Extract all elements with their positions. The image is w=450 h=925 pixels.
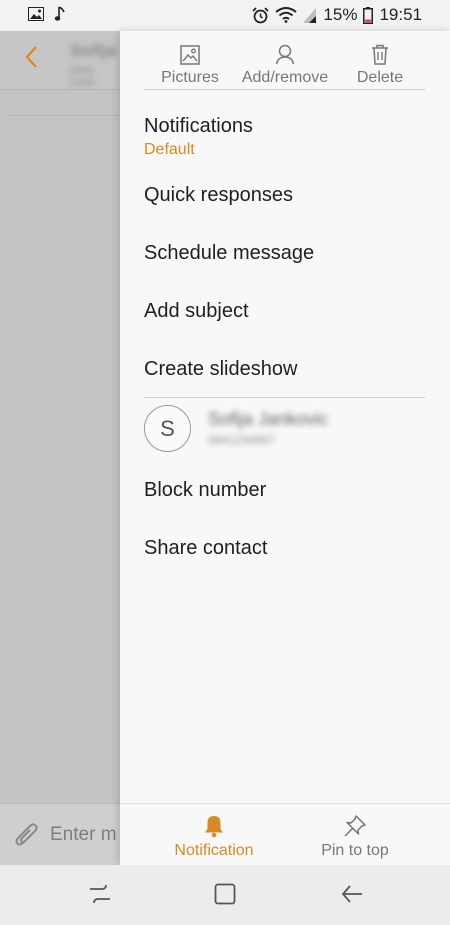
home-button[interactable] <box>214 883 236 910</box>
delete-button[interactable]: Delete <box>350 41 410 87</box>
bell-icon <box>164 812 264 838</box>
navigation-bar <box>0 865 450 925</box>
conversation-contact-sub: 0641 2345 <box>70 65 95 89</box>
person-icon <box>240 41 330 65</box>
delete-label: Delete <box>356 69 404 86</box>
conversation-contact-name: Sofija <box>70 41 117 60</box>
recents-button[interactable] <box>88 883 112 910</box>
notification-button[interactable]: Notification <box>164 812 264 860</box>
add-subject-item[interactable]: Add subject <box>144 300 249 323</box>
pin-icon <box>305 812 405 838</box>
message-input-placeholder[interactable]: Enter m <box>50 824 117 846</box>
back-arrow-icon[interactable] <box>24 45 38 74</box>
status-bar: 15% 19:51 <box>0 0 450 31</box>
battery-percent: 15% <box>323 5 358 24</box>
create-slideshow-item[interactable]: Create slideshow <box>144 358 297 381</box>
notifications-item[interactable]: Notifications <box>144 115 253 138</box>
pictures-button[interactable]: Pictures <box>160 41 220 87</box>
divider <box>10 115 118 116</box>
contact-number: 0641234567 <box>208 433 275 447</box>
add-remove-label: Add/remove <box>241 69 329 86</box>
add-remove-button[interactable]: Add/remove <box>240 41 330 87</box>
pin-to-top-label: Pin to top <box>321 842 389 859</box>
image-icon <box>28 7 44 21</box>
back-button[interactable] <box>340 883 364 910</box>
drawer-bottom-bar: Notification Pin to top <box>120 803 450 866</box>
pin-to-top-button[interactable]: Pin to top <box>305 812 405 860</box>
wifi-icon <box>275 7 298 23</box>
clock: 19:51 <box>379 5 422 24</box>
signal-icon <box>303 7 317 23</box>
pictures-label: Pictures <box>161 69 219 86</box>
message-input-area[interactable]: Enter m <box>0 803 120 866</box>
trash-icon <box>350 41 410 65</box>
block-number-item[interactable]: Block number <box>144 479 266 502</box>
divider <box>144 397 425 398</box>
notification-label: Notification <box>174 842 254 859</box>
alarm-icon <box>252 6 270 24</box>
schedule-message-item[interactable]: Schedule message <box>144 242 314 265</box>
share-contact-item[interactable]: Share contact <box>144 537 267 560</box>
music-note-icon <box>54 6 66 22</box>
avatar[interactable]: S <box>144 405 191 452</box>
image-icon <box>160 41 220 65</box>
options-drawer: Pictures Add/remove Delete Notifications… <box>120 31 450 866</box>
battery-icon <box>363 6 374 24</box>
contact-name: Sofija Jankovic <box>208 409 329 429</box>
attach-icon[interactable] <box>14 822 40 855</box>
notifications-value: Default <box>144 141 195 158</box>
conversation-header: Sofija 0641 2345 <box>0 31 120 90</box>
quick-responses-item[interactable]: Quick responses <box>144 184 293 207</box>
contact-row[interactable]: S Sofija Jankovic 0641234567 <box>144 405 425 457</box>
drawer-toolbar: Pictures Add/remove Delete <box>144 31 425 90</box>
